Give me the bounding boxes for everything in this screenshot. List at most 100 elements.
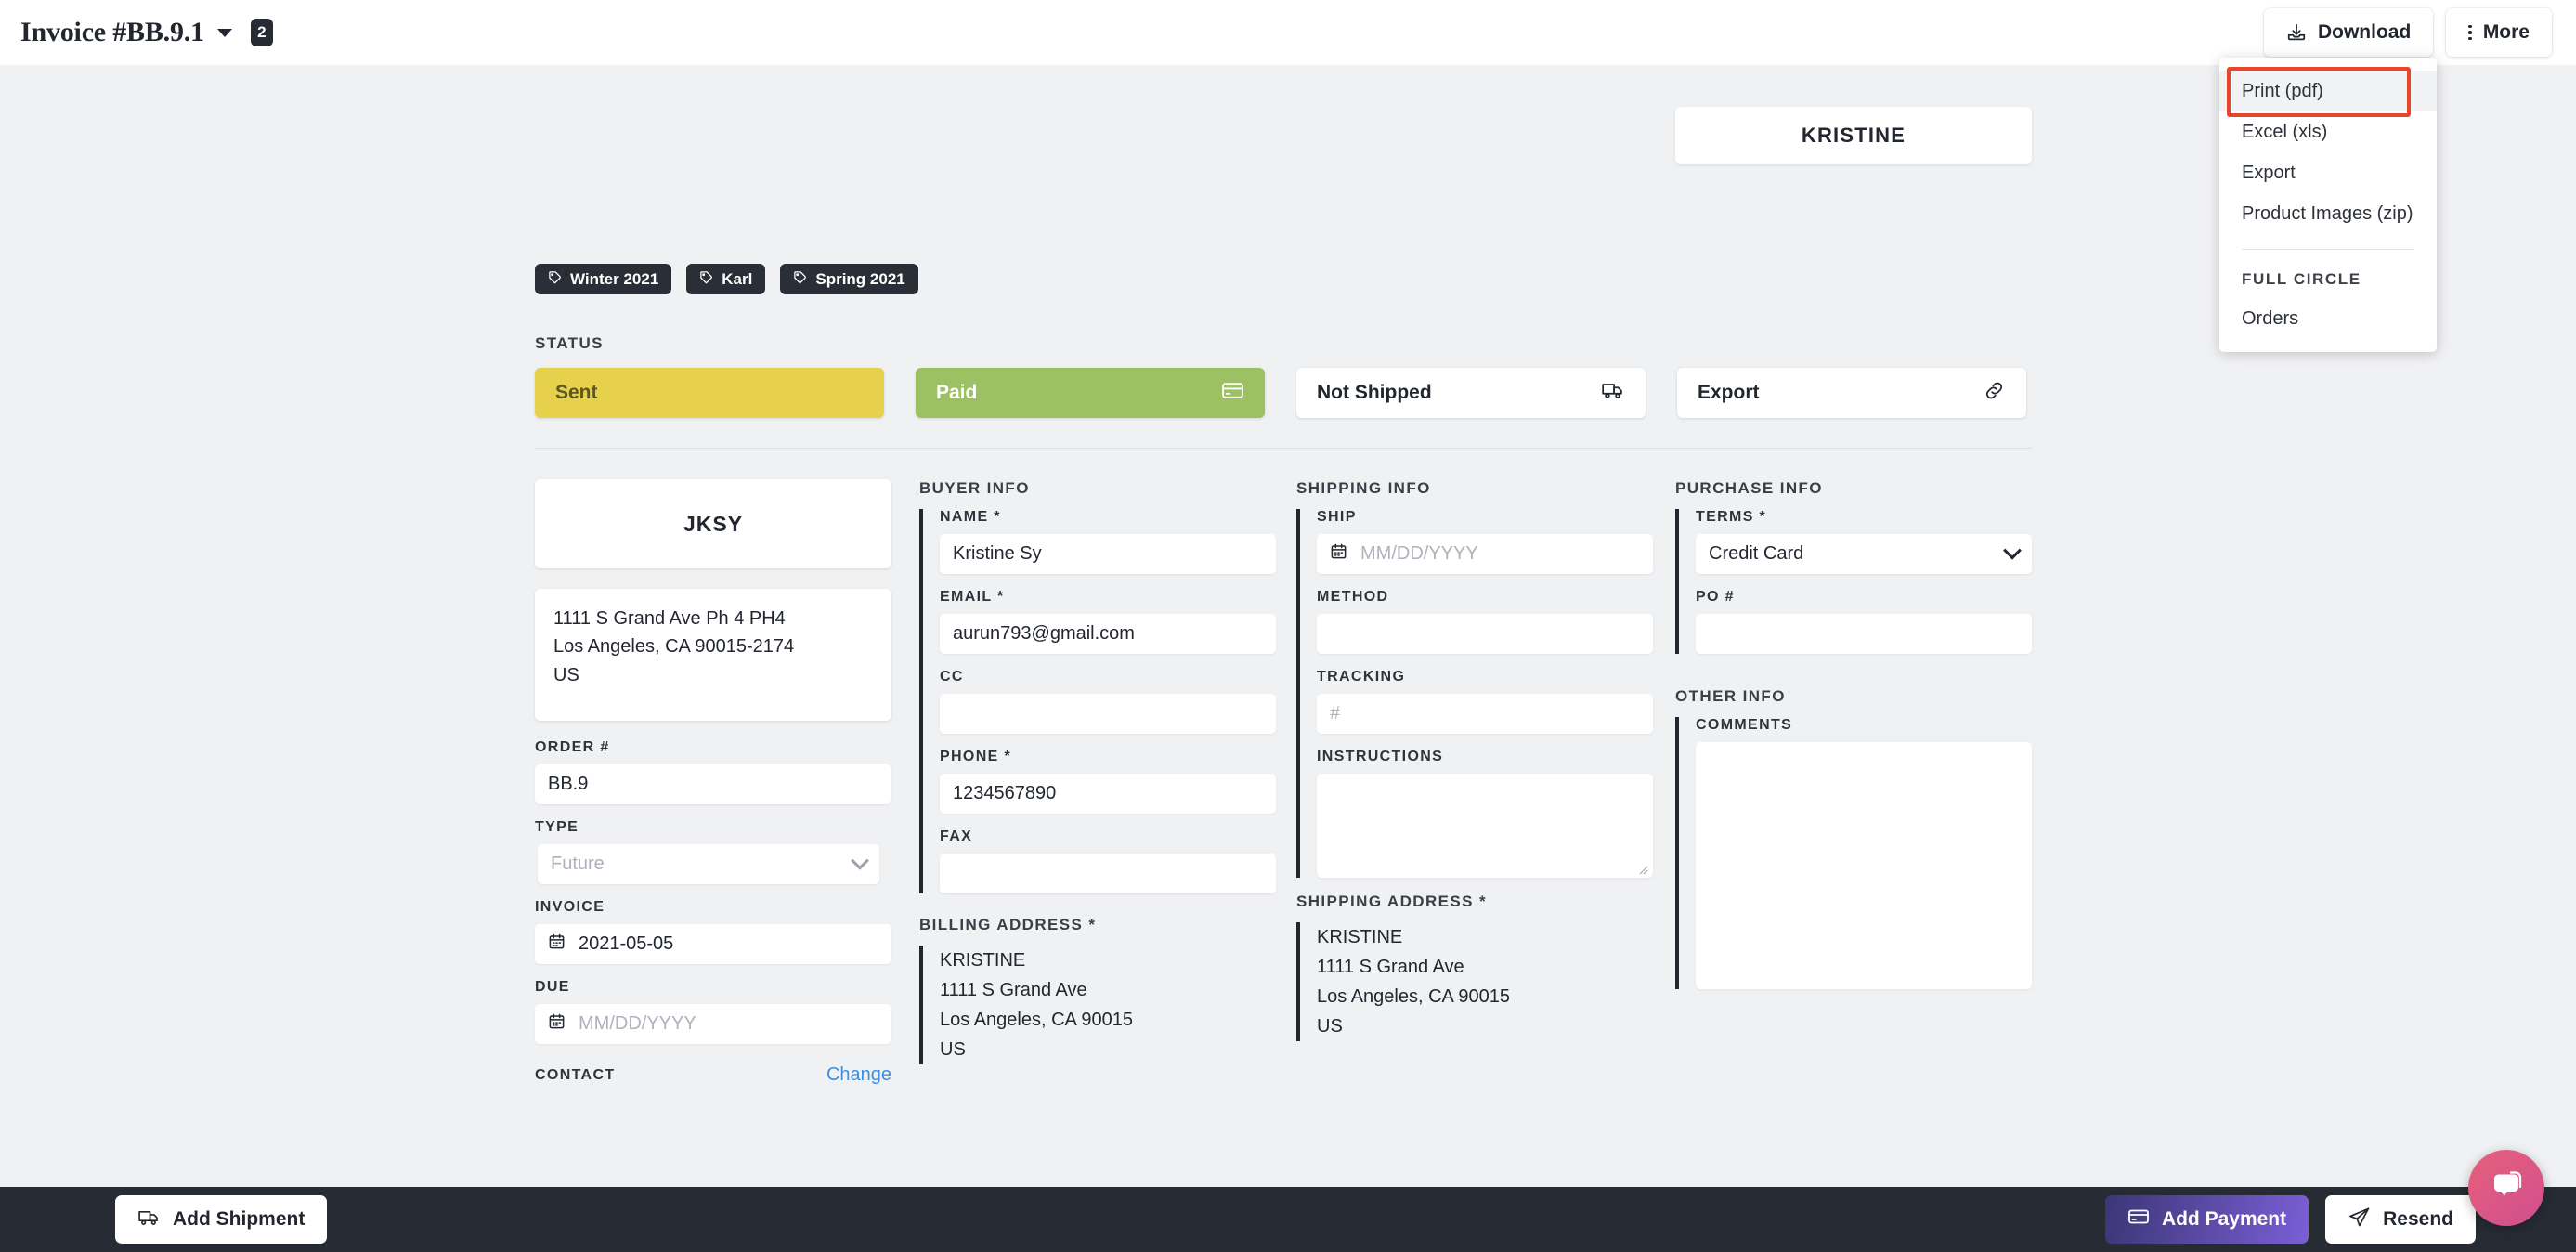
address-line: Los Angeles, CA 90015-2174 <box>553 636 795 658</box>
chevron-down-icon <box>2003 541 2022 560</box>
ship-date-input[interactable]: MM/DD/YYYY <box>1317 534 1653 574</box>
invoice-date-value: 2021-05-05 <box>579 933 674 954</box>
type-select[interactable]: Future <box>538 844 879 884</box>
chat-bubble-icon <box>2486 1166 2527 1211</box>
buyer-name-field: NAME * Kristine Sy <box>940 509 1276 574</box>
status-card-export[interactable]: Export <box>1677 368 2026 418</box>
po-number-input[interactable] <box>1696 614 2032 654</box>
instructions-textarea[interactable] <box>1317 774 1653 878</box>
shipping-info-heading: SHIPPING INFO <box>1296 479 1431 497</box>
address-line: 1111 S Grand Ave Ph 4 PH4 <box>553 608 786 629</box>
buyer-fax-label: FAX <box>940 828 973 844</box>
buyer-name-input[interactable]: Kristine Sy <box>940 534 1276 574</box>
tag-label: Winter 2021 <box>570 269 659 288</box>
invoice-date-label: INVOICE <box>535 899 605 915</box>
status-card-label: Paid <box>936 382 978 403</box>
comments-textarea[interactable] <box>1696 742 2032 989</box>
menu-divider <box>2242 249 2414 250</box>
tracking-input[interactable]: # <box>1317 694 1653 734</box>
title-dropdown-caret-icon[interactable] <box>216 28 232 37</box>
terms-label: TERMS * <box>1696 509 1767 525</box>
tracking-placeholder: # <box>1330 703 1341 724</box>
status-card-not-shipped[interactable]: Not Shipped <box>1296 368 1646 418</box>
ship-method-label: METHOD <box>1317 589 1389 605</box>
purchase-info-heading: PURCHASE INFO <box>1675 479 1823 497</box>
menu-section-label-full-circle: FULL CIRCLE <box>2242 270 2361 288</box>
resend-button[interactable]: Resend <box>2325 1195 2476 1244</box>
chevron-down-icon <box>851 851 869 870</box>
buyer-info-heading: BUYER INFO <box>919 479 1030 497</box>
company-address-card: 1111 S Grand Ave Ph 4 PH4 Los Angeles, C… <box>535 589 891 721</box>
more-button[interactable]: More <box>2446 8 2552 57</box>
billing-address-line: 1111 S Grand Ave <box>940 980 1087 1000</box>
tag-karl[interactable]: Karl <box>686 264 766 294</box>
tag-icon <box>548 270 562 289</box>
contact-row: CONTACT Change <box>535 1064 891 1086</box>
chat-support-button[interactable] <box>2468 1150 2544 1226</box>
comments-label: COMMENTS <box>1696 717 1793 733</box>
order-number-input[interactable]: BB.9 <box>535 764 891 804</box>
buyer-phone-input[interactable]: 1234567890 <box>940 774 1276 814</box>
type-label: TYPE <box>535 819 579 835</box>
status-card-label: Export <box>1698 382 1760 403</box>
purchase-info-group: TERMS * Credit Card PO # <box>1675 509 2032 654</box>
due-date-input[interactable]: MM/DD/YYYY <box>535 1004 891 1044</box>
add-shipment-button[interactable]: Add Shipment <box>115 1195 328 1244</box>
type-field: TYPE Future <box>535 819 891 884</box>
buyer-phone-field: PHONE * 1234567890 <box>940 749 1276 814</box>
ship-method-input[interactable] <box>1317 614 1653 654</box>
tag-spring-2021[interactable]: Spring 2021 <box>780 264 918 294</box>
menu-item-product-images-zip[interactable]: Product Images (zip) <box>2219 193 2437 234</box>
type-select-value: Future <box>551 854 605 874</box>
add-payment-button[interactable]: Add Payment <box>2104 1195 2309 1244</box>
status-card-sent[interactable]: Sent <box>535 368 884 418</box>
other-info-heading: OTHER INFO <box>1675 687 1786 705</box>
tag-winter-2021[interactable]: Winter 2021 <box>535 264 672 294</box>
comments-field: COMMENTS <box>1696 717 2032 989</box>
shipping-info-group: SHIP MM/DD/YYYY METHOD TRACKING # INSTRU… <box>1296 509 1653 878</box>
shipping-address-block[interactable]: KRISTINE 1111 S Grand Ave Los Angeles, C… <box>1296 922 1653 1041</box>
tag-label: Karl <box>722 269 753 288</box>
billing-address-line: KRISTINE <box>940 950 1026 971</box>
tag-list: Winter 2021 Karl Spring 2021 <box>535 264 918 294</box>
bottom-action-bar: Add Shipment Add Payment Resend <box>0 1187 2576 1252</box>
order-number-field: ORDER # BB.9 <box>535 739 891 804</box>
download-button[interactable]: Download <box>2263 8 2434 57</box>
menu-item-excel-xls[interactable]: Excel (xls) <box>2219 111 2437 152</box>
shipping-address-line: US <box>1317 1016 1343 1037</box>
instructions-label: INSTRUCTIONS <box>1317 749 1444 764</box>
bottom-bar-left: Add Shipment <box>0 1195 328 1244</box>
resize-grip-icon[interactable] <box>1637 863 1648 875</box>
top-bar-actions: Download More <box>2263 8 2576 57</box>
contact-label: CONTACT <box>535 1066 616 1083</box>
tag-label: Spring 2021 <box>815 269 905 288</box>
purchase-info-column: PURCHASE INFO TERMS * Credit Card PO # O… <box>1675 479 2032 1004</box>
terms-select[interactable]: Credit Card <box>1696 534 2032 574</box>
contact-change-link[interactable]: Change <box>826 1064 891 1086</box>
shipping-address-line: Los Angeles, CA 90015 <box>1317 986 1510 1007</box>
address-line: US <box>553 664 579 685</box>
due-date-label: DUE <box>535 979 570 995</box>
billing-address-block[interactable]: KRISTINE 1111 S Grand Ave Los Angeles, C… <box>919 946 1276 1064</box>
menu-item-print-pdf[interactable]: Print (pdf) <box>2219 71 2437 111</box>
menu-item-export[interactable]: Export <box>2219 152 2437 193</box>
buyer-fax-input[interactable] <box>940 854 1276 893</box>
buyer-cc-label: CC <box>940 669 964 685</box>
po-number-label: PO # <box>1696 589 1735 605</box>
buyer-fax-field: FAX <box>940 828 1276 893</box>
resend-label: Resend <box>2383 1208 2453 1230</box>
order-column: JKSY 1111 S Grand Ave Ph 4 PH4 Los Angel… <box>535 479 891 1086</box>
buyer-cc-input[interactable] <box>940 694 1276 734</box>
shipping-info-column: SHIPPING INFO SHIP MM/DD/YYYY METHOD TRA… <box>1296 479 1653 1041</box>
invoice-date-input[interactable]: 2021-05-05 <box>535 924 891 964</box>
due-date-field: DUE MM/DD/YYYY <box>535 979 891 1044</box>
section-divider <box>535 448 2032 449</box>
buyer-email-input[interactable]: aurun793@gmail.com <box>940 614 1276 654</box>
menu-item-orders[interactable]: Orders <box>2219 298 2437 339</box>
calendar-icon <box>548 1012 566 1036</box>
buyer-email-field: EMAIL * aurun793@gmail.com <box>940 589 1276 654</box>
tracking-field: TRACKING # <box>1317 669 1653 734</box>
tag-icon <box>699 270 713 289</box>
status-card-paid[interactable]: Paid <box>916 368 1265 418</box>
buyer-name-label: NAME * <box>940 509 1001 525</box>
